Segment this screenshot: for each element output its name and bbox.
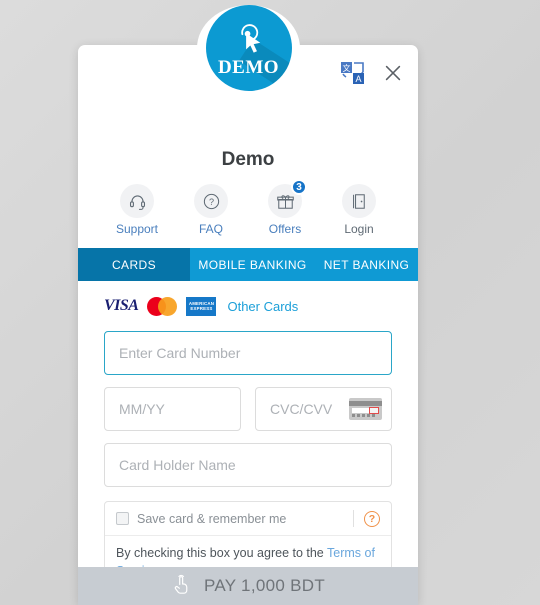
checkout-panel: 文 A Demo Support ? FAQ 3 Offers Login CA…: [78, 45, 418, 605]
amex-logo: AMERICAN EXPRESS: [186, 296, 217, 316]
nav-item-faq[interactable]: ? FAQ: [181, 184, 241, 236]
question-help-icon[interactable]: ?: [364, 510, 380, 527]
vertical-divider: [353, 510, 354, 527]
offers-badge: 3: [291, 179, 307, 195]
header-actions: 文 A: [340, 60, 406, 86]
svg-text:A: A: [355, 74, 361, 84]
tab-mobile-banking[interactable]: MOBILE BANKING: [190, 248, 315, 281]
svg-text:文: 文: [343, 63, 351, 73]
nav-label-offers: Offers: [268, 222, 302, 236]
svg-text:?: ?: [208, 196, 213, 206]
card-back-cvc-icon: [349, 398, 382, 420]
nav-item-support[interactable]: Support: [107, 184, 167, 236]
checkout-page: 文 A Demo Support ? FAQ 3 Offers Login CA…: [0, 0, 540, 605]
card-holder-row: [104, 443, 392, 487]
card-number-row: [104, 331, 392, 375]
save-card-row: Save card & remember me ?: [105, 502, 391, 536]
save-card-checkbox[interactable]: [116, 512, 129, 525]
tap-hand-icon: [171, 572, 193, 601]
other-cards-link[interactable]: Other Cards: [227, 299, 298, 314]
pay-button-label: PAY 1,000 BDT: [203, 576, 326, 595]
save-card-label: Save card & remember me: [137, 511, 287, 526]
gift-icon: 3: [268, 179, 307, 218]
merchant-logo: DEMO: [197, 5, 300, 91]
tab-net-banking[interactable]: NET BANKING: [315, 248, 418, 281]
card-form: VISA AMERICAN EXPRESS Other Cards Enter …: [78, 281, 418, 592]
visa-logo: VISA: [104, 297, 139, 314]
door-login-icon: [342, 184, 376, 218]
nav-item-login[interactable]: Login: [329, 184, 389, 236]
expiry-cvc-row: [104, 387, 392, 431]
nav-label-faq: FAQ: [198, 222, 223, 236]
expiry-wrapper: [104, 387, 241, 431]
tab-cards[interactable]: CARDS: [78, 248, 190, 281]
translate-icon[interactable]: 文 A: [340, 61, 366, 85]
card-holder-input[interactable]: [104, 443, 392, 487]
nav-label-support: Support: [115, 222, 159, 236]
logo-text: DEMO: [217, 57, 280, 78]
question-mark-icon: ?: [194, 184, 228, 218]
accepted-card-brands: VISA AMERICAN EXPRESS Other Cards: [104, 295, 392, 317]
card-number-input[interactable]: [104, 331, 392, 375]
mastercard-logo: [147, 296, 178, 316]
merchant-title: Demo: [221, 149, 275, 170]
terms-agreement-text: By checking this box you agree to the: [116, 546, 328, 560]
nav-label-login: Login: [344, 222, 374, 236]
cvc-wrapper: [255, 387, 392, 431]
nav-item-offers[interactable]: 3 Offers: [255, 179, 315, 236]
headset-icon: [120, 184, 154, 218]
close-icon[interactable]: [380, 60, 406, 86]
pay-button[interactable]: PAY 1,000 BDT: [78, 567, 418, 605]
expiry-input[interactable]: [104, 387, 241, 431]
logo-circle: DEMO: [205, 5, 292, 91]
payment-method-tabs: CARDS MOBILE BANKING NET BANKING: [78, 248, 418, 281]
